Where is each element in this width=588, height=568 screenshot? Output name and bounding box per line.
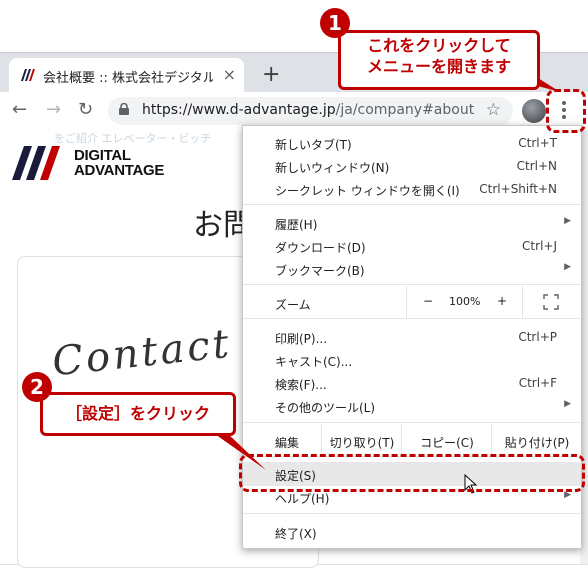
callout-open-menu: これをクリックして メニューを開きます <box>338 30 540 90</box>
step-badge-1: 1 <box>320 8 350 38</box>
step-badge-2: 2 <box>22 372 52 402</box>
callout-1-line2: メニューを開きます <box>366 57 511 76</box>
callout-2-text: ［設定］をクリック <box>65 404 210 423</box>
callout-1-line1: これをクリックして <box>367 36 511 55</box>
callout-click-settings: ［設定］をクリック <box>40 392 236 436</box>
